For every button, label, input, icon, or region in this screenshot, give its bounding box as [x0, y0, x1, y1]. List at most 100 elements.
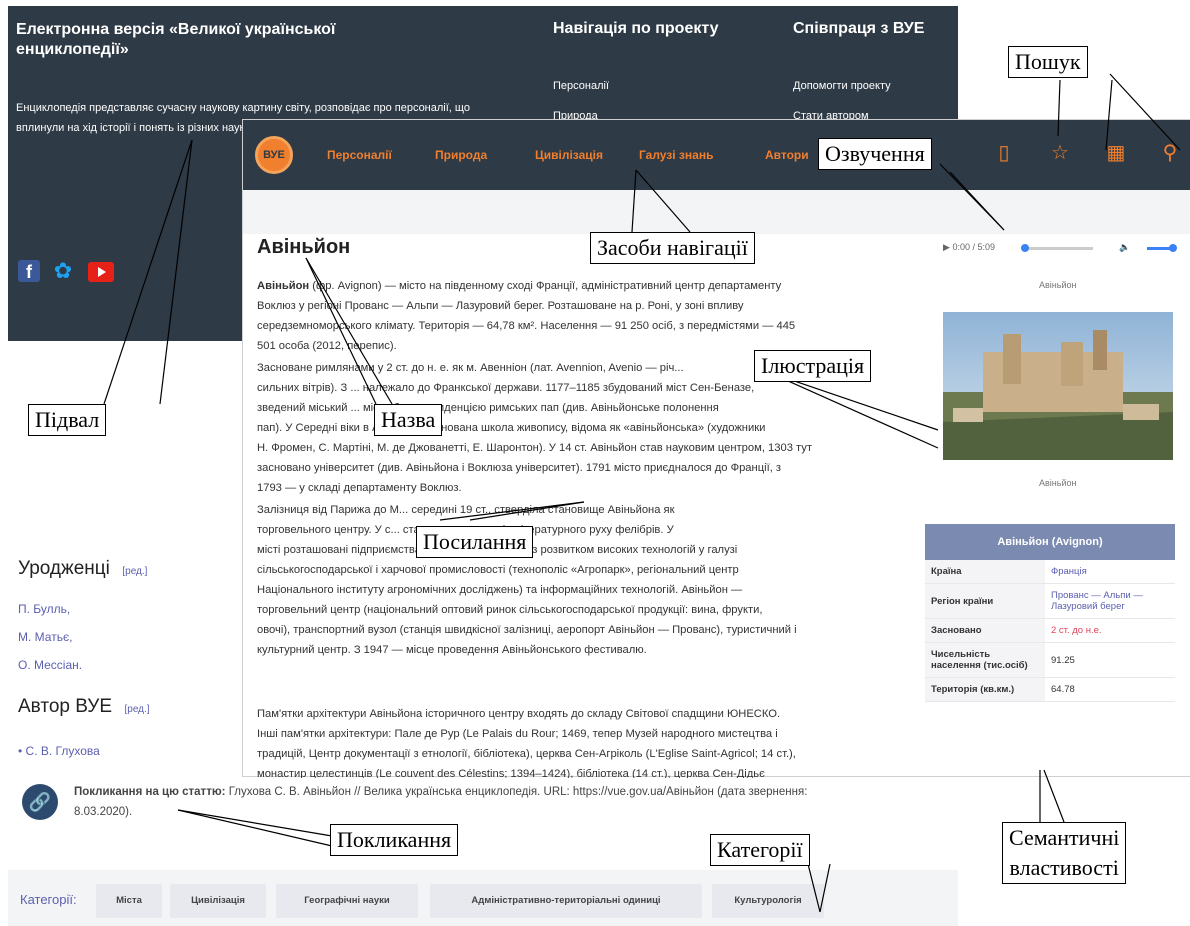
paragraph-line: Залізниця від Парижа до М... середині 19…	[257, 504, 675, 516]
paragraph-line: традицій, Центр документації з етнології…	[257, 748, 796, 760]
author-link[interactable]: • С. В. Глухова	[18, 744, 100, 758]
categories-label: Категорії:	[20, 892, 77, 907]
play-icon[interactable]: ▶	[943, 242, 950, 252]
search-icon[interactable]: ⚲	[1157, 140, 1183, 166]
callout-citation: Покликання	[330, 824, 459, 856]
callout-semantic-line: властивості	[1009, 855, 1119, 880]
article-title: Авіньйон	[257, 236, 351, 258]
infobox-row: Країна Франція	[925, 560, 1175, 584]
volume-icon[interactable]: 🔈	[1119, 242, 1130, 253]
natives-heading: Уродженці	[18, 558, 110, 579]
paragraph-line: 1793 — у складі департаменту Воклюз.	[257, 482, 462, 494]
top-navigation: ВУЕ Персоналії Природа Цивілізація Галуз…	[243, 120, 1190, 190]
nav-item[interactable]: Персоналії	[327, 148, 392, 162]
paragraph-line: сільськогосподарської і харчової промисл…	[257, 564, 739, 576]
paragraph-line: культурний центр. З 1947 — місце проведе…	[257, 644, 647, 656]
semantic-infobox: Авіньйон (Avignon) Країна Франція Регіон…	[925, 524, 1175, 702]
infobox-value[interactable]: Прованс — Альпи — Лазуровий берег	[1045, 583, 1175, 619]
nav-item[interactable]: Цивілізація	[535, 148, 603, 162]
category-chip[interactable]: Культурологія	[712, 884, 824, 918]
citation-date: 8.03.2020).	[74, 806, 133, 818]
infobox-key: Територія (кв.км.)	[925, 677, 1045, 702]
footer-title: Електронна версія «Великої української е…	[16, 21, 336, 58]
volume-handle[interactable]	[1169, 244, 1177, 252]
callout-semantic-line: Семантичні	[1009, 825, 1120, 850]
citation-block: 🔗 Покликання на цю статтю: Глухова С. В.…	[8, 778, 958, 838]
facebook-icon[interactable]: f	[18, 260, 40, 282]
infobox-key: Країна	[925, 560, 1045, 584]
audio-progress[interactable]	[1023, 247, 1093, 250]
nav-item[interactable]: Природа	[435, 148, 487, 162]
photo-caption: Авіньйон	[1039, 478, 1077, 488]
infobox-row: Засновано 2 ст. до н.е.	[925, 618, 1175, 643]
paragraph-line: Н. Фромен, С. Мартіні, М. де Джованетті,…	[257, 442, 812, 454]
audio-scrubber[interactable]	[1021, 244, 1029, 252]
author-name[interactable]: С. В. Глухова	[26, 744, 100, 758]
paragraph-line: Воклюз у регіоні Прованс — Альпи — Лазур…	[257, 300, 744, 312]
footer-nav-link[interactable]: Персоналії	[553, 80, 609, 92]
twitter-icon[interactable]: ✿	[52, 260, 74, 282]
callout-title: Назва	[374, 404, 443, 436]
audio-player[interactable]: ▶ 0:00 / 5:09 🔈	[943, 242, 1183, 258]
infobox-value[interactable]: 2 ст. до н.е.	[1045, 618, 1175, 643]
category-chip[interactable]: Цивілізація	[170, 884, 266, 918]
infobox-value: 64.78	[1045, 677, 1175, 702]
citation-text: Глухова С. В. Авіньйон // Велика українс…	[228, 786, 808, 798]
callout-semantic: Семантичні властивості	[1002, 822, 1127, 884]
callout-links: Посилання	[416, 526, 534, 558]
paragraph-line: Авіньйон (фр. Avignon) — місто на півден…	[257, 280, 782, 292]
audio-caption: Авіньйон	[1039, 280, 1077, 290]
infobox-header: Авіньйон (Avignon)	[925, 524, 1175, 560]
paragraph-line: зведений міський ... місто було резиденц…	[257, 402, 719, 414]
sub-navigation	[243, 190, 1190, 234]
category-chip[interactable]: Адміністративно-територіальні одиниці	[430, 884, 702, 918]
nav-item[interactable]: Галузі знань	[639, 148, 713, 162]
illustration-image[interactable]	[943, 312, 1173, 460]
link-icon: 🔗	[22, 784, 58, 820]
category-chip[interactable]: Географічні науки	[276, 884, 418, 918]
native-link[interactable]: М. Матьє,	[18, 630, 72, 644]
infobox-link[interactable]: Франція	[1051, 566, 1087, 577]
infobox-key: Чисельність населення (тис.осіб)	[925, 642, 1045, 678]
nav-item[interactable]: Автори	[765, 148, 809, 162]
paragraph-line: пап). У Середні віки в Авіньйоні заснова…	[257, 422, 766, 434]
paragraph-line: торговельний центр (національний оптовий…	[257, 604, 763, 616]
paragraph-line: засновано університет (див. Авіньйона і …	[257, 462, 782, 474]
category-chip[interactable]: Міста	[96, 884, 162, 918]
edit-link[interactable]: [ред.]	[125, 704, 150, 715]
paragraph-line: Національного інституту агрономічних дос…	[257, 584, 743, 596]
callout-footer: Підвал	[28, 404, 107, 436]
paragraph-line: торговельного центру. У с... став одним …	[257, 524, 674, 536]
infobox-value: 91.25	[1045, 642, 1175, 678]
callout-search: Пошук	[1008, 46, 1088, 78]
article-paragraph: Авіньйон (фр. Avignon) — місто на півден…	[257, 276, 925, 356]
native-link[interactable]: П. Булль,	[18, 602, 70, 616]
footer-coop-link[interactable]: Допомогти проекту	[793, 80, 891, 92]
edit-link[interactable]: [ред.]	[122, 566, 147, 577]
article-paragraph: Пам'ятки архітектури Авіньйона історично…	[257, 704, 925, 784]
infobox-key: Засновано	[925, 618, 1045, 643]
youtube-icon[interactable]	[88, 262, 114, 282]
citation-label: Покликання на цю статтю:	[74, 786, 226, 798]
book-icon[interactable]: ▯	[991, 140, 1017, 166]
logo[interactable]: ВУЕ	[255, 136, 293, 174]
callout-illustration: Ілюстрація	[754, 350, 872, 382]
infobox-value[interactable]: Франція	[1045, 560, 1175, 584]
infobox-link[interactable]: Прованс — Альпи — Лазуровий берег	[1051, 590, 1143, 612]
callout-navigation: Засоби навігації	[590, 232, 755, 264]
sidebar-lower: Уродженці [ред.] П. Булль, М. Матьє, О. …	[8, 548, 253, 778]
audio-time: 0:00 / 5:09	[952, 242, 995, 252]
paragraph-line: Інші пам'ятки архітектури: Пале де Рур (…	[257, 728, 778, 740]
callout-voice: Озвучення	[818, 138, 932, 170]
article-page: ВУЕ Персоналії Природа Цивілізація Галуз…	[243, 120, 1190, 780]
native-link[interactable]: О. Мессіан.	[18, 658, 82, 672]
infobox-row: Чисельність населення (тис.осіб) 91.25	[925, 642, 1175, 678]
author-heading: Автор ВУЕ	[18, 696, 113, 717]
article-paragraph: Залізниця від Парижа до М... середині 19…	[257, 500, 925, 660]
article-term: Авіньйон	[257, 280, 310, 292]
infobox-key: Регіон країни	[925, 583, 1045, 619]
cart-icon[interactable]: ☆	[1047, 140, 1073, 166]
image-icon[interactable]: ▦	[1103, 140, 1129, 166]
paragraph-line: овочі), транспортний вузол (станція швид…	[257, 624, 797, 636]
infobox-row: Територія (кв.км.) 64.78	[925, 677, 1175, 702]
